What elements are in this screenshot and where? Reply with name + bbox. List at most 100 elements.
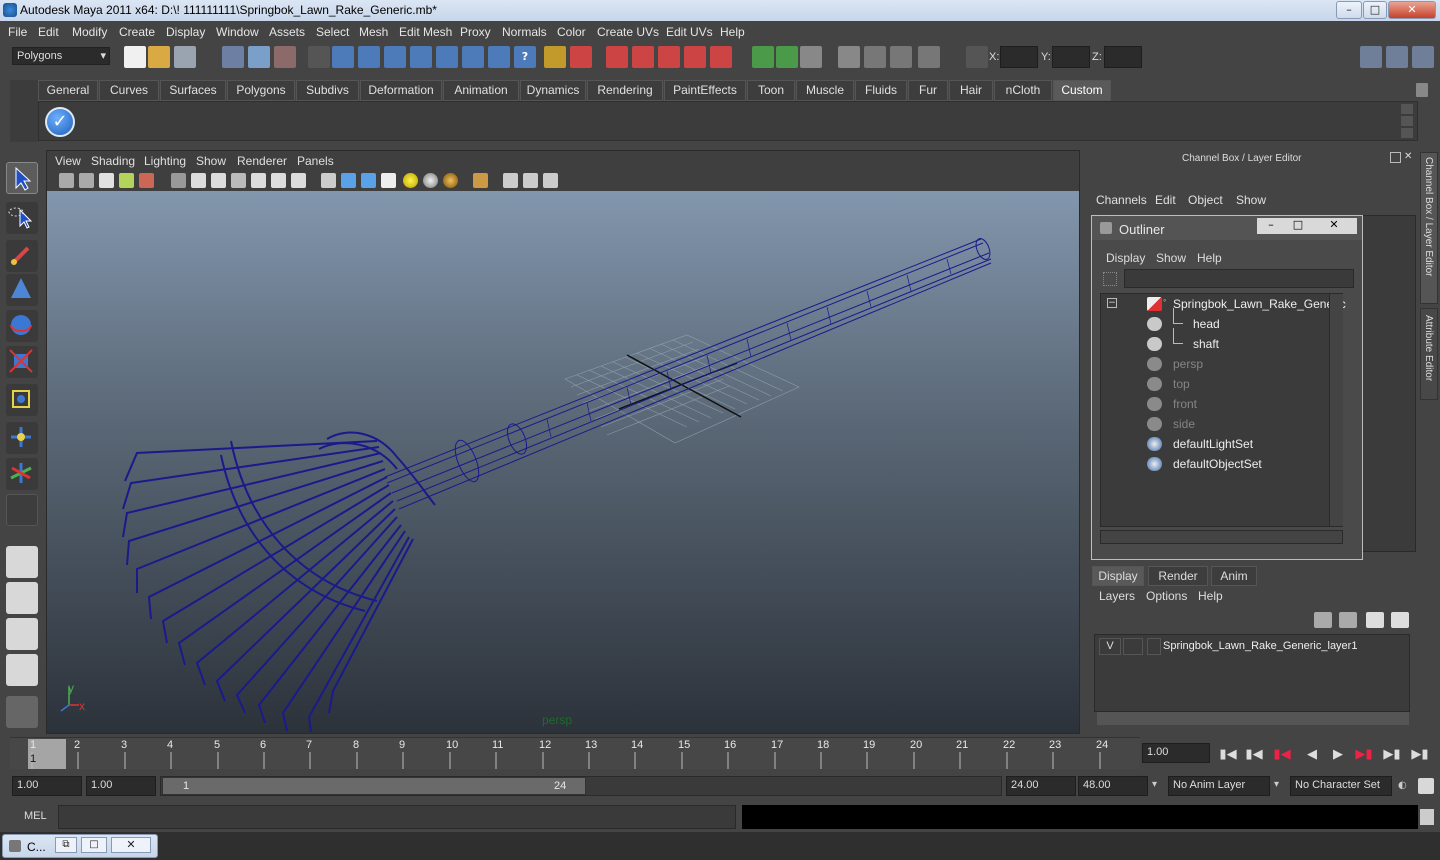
outliner-close-button[interactable]: ✕ bbox=[1311, 218, 1357, 234]
menu-create[interactable]: Create bbox=[119, 25, 155, 39]
mask-dropdown-icon[interactable] bbox=[308, 46, 330, 68]
outliner-item-persp[interactable]: persp bbox=[1101, 354, 1341, 374]
soft-mod-tool-icon[interactable] bbox=[6, 422, 38, 454]
go-to-end-button[interactable]: ▶▮ bbox=[1410, 745, 1430, 765]
trash-icon[interactable] bbox=[1416, 83, 1428, 97]
maximize-icon[interactable]: □ bbox=[81, 837, 107, 853]
tab-general[interactable]: General bbox=[38, 80, 98, 101]
tool-settings-toggle-icon[interactable] bbox=[1412, 46, 1434, 68]
clapper-icon[interactable] bbox=[864, 46, 886, 68]
go-to-start-button[interactable]: ▮◀ bbox=[1218, 745, 1238, 765]
menu-window[interactable]: Window bbox=[216, 25, 259, 39]
share-icon[interactable] bbox=[543, 173, 558, 188]
layer-menu-layers[interactable]: Layers bbox=[1099, 589, 1135, 603]
textured-icon[interactable] bbox=[381, 173, 396, 188]
outliner-horizontal-scrollbar[interactable] bbox=[1100, 530, 1343, 544]
menu-color[interactable]: Color bbox=[557, 25, 586, 39]
move-layer-down-icon[interactable] bbox=[1339, 612, 1357, 628]
menu-proxy[interactable]: Proxy bbox=[460, 25, 491, 39]
ipr-render-icon[interactable] bbox=[776, 46, 798, 68]
character-set-dropdown[interactable]: No Character Set bbox=[1290, 776, 1392, 796]
outliner-filter-icon[interactable] bbox=[1103, 272, 1117, 286]
layer-row[interactable]: V Springbok_Lawn_Rake_Generic_layer1 bbox=[1095, 637, 1409, 657]
move-layer-up-icon[interactable] bbox=[1314, 612, 1332, 628]
playback-start-field[interactable]: 1.00 bbox=[86, 776, 156, 796]
snap-vertex-icon[interactable] bbox=[462, 46, 484, 68]
float-panel-icon[interactable] bbox=[1390, 152, 1401, 163]
image-plane-icon[interactable] bbox=[119, 173, 134, 188]
tab-polygons[interactable]: Polygons bbox=[227, 80, 295, 101]
shelf-scroll-down-icon[interactable] bbox=[1401, 128, 1413, 138]
play-forward-button[interactable]: ▶ bbox=[1328, 745, 1348, 765]
snap-plane-icon[interactable] bbox=[410, 46, 432, 68]
channelbox-menu-show[interactable]: Show bbox=[1236, 193, 1266, 207]
start-time-field[interactable]: 1.00 bbox=[12, 776, 82, 796]
outliner-item-side[interactable]: side bbox=[1101, 414, 1341, 434]
xray-icon[interactable] bbox=[503, 173, 518, 188]
tab-ncloth[interactable]: nCloth bbox=[994, 80, 1052, 101]
film-gate-icon[interactable] bbox=[191, 173, 206, 188]
new-scene-icon[interactable] bbox=[124, 46, 146, 68]
open-scene-icon[interactable] bbox=[148, 46, 170, 68]
tab-curves[interactable]: Curves bbox=[99, 80, 159, 101]
shelf-grip[interactable] bbox=[10, 80, 38, 142]
outliner-maximize-button[interactable]: □ bbox=[1285, 218, 1311, 234]
four-pane-layout-icon[interactable] bbox=[6, 582, 38, 614]
key-icon[interactable]: ◐ bbox=[1398, 780, 1412, 791]
tab-subdivs[interactable]: Subdivs bbox=[296, 80, 359, 101]
x-field[interactable] bbox=[1000, 46, 1038, 68]
single-pane-layout-icon[interactable] bbox=[6, 546, 38, 578]
play-backward-button[interactable]: ◀ bbox=[1302, 745, 1322, 765]
step-back-frame-button[interactable]: ▮◀ bbox=[1272, 745, 1292, 765]
minimized-window[interactable]: C... ⧉ □ ✕ bbox=[2, 834, 158, 858]
render-frame-icon[interactable] bbox=[752, 46, 774, 68]
close-icon[interactable]: ✕ bbox=[111, 837, 151, 853]
z-field[interactable] bbox=[1104, 46, 1142, 68]
menu-help[interactable]: Help bbox=[720, 25, 745, 39]
hypershade-icon[interactable] bbox=[838, 46, 860, 68]
close-button[interactable]: ✕ bbox=[1388, 1, 1436, 19]
outliner-item-rake[interactable]: ◦ Springbok_Lawn_Rake_Generic bbox=[1101, 294, 1346, 314]
outliner-menu-show[interactable]: Show bbox=[1156, 251, 1186, 265]
side-tab-channel-box[interactable]: Channel Box / Layer Editor bbox=[1420, 152, 1438, 304]
menu-assets[interactable]: Assets bbox=[269, 25, 305, 39]
viewport-scene[interactable]: y x persp bbox=[47, 191, 1079, 733]
tab-custom[interactable]: Custom bbox=[1053, 80, 1111, 101]
mode-dropdown[interactable]: Polygons ▾ bbox=[12, 47, 110, 65]
render-settings-icon[interactable] bbox=[800, 46, 822, 68]
minimize-button[interactable]: – bbox=[1336, 1, 1362, 19]
outliner-title-bar[interactable]: Outliner – □ ✕ bbox=[1092, 216, 1362, 240]
new-layer-selected-icon[interactable] bbox=[1391, 612, 1409, 628]
attribute-editor-toggle-icon[interactable] bbox=[1386, 46, 1408, 68]
make-live-icon[interactable] bbox=[684, 46, 706, 68]
twod-pan-zoom-icon[interactable] bbox=[139, 173, 154, 188]
menu-normals[interactable]: Normals bbox=[502, 25, 547, 39]
anim-layer-dropdown[interactable]: No Anim Layer bbox=[1168, 776, 1270, 796]
close-panel-icon[interactable]: ✕ bbox=[1404, 152, 1415, 163]
tab-deformation[interactable]: Deformation bbox=[360, 80, 442, 101]
tab-surfaces[interactable]: Surfaces bbox=[160, 80, 226, 101]
paint-select-tool-icon[interactable] bbox=[6, 240, 38, 272]
select-component-icon[interactable] bbox=[274, 46, 296, 68]
gate-mask-icon[interactable] bbox=[231, 173, 246, 188]
shelf-scroll-up-icon[interactable] bbox=[1401, 104, 1413, 114]
all-lights-icon[interactable] bbox=[423, 173, 438, 188]
time-slider[interactable]: 1 2 3 4 5 6 7 8 9 10 11 12 13 14 15 16 1… bbox=[10, 737, 1140, 769]
snap-surface-icon[interactable] bbox=[436, 46, 458, 68]
step-back-key-button[interactable]: ▮◀ bbox=[1244, 745, 1264, 765]
outliner-item-default-light-set[interactable]: defaultLightSet bbox=[1101, 434, 1341, 454]
select-lock-icon[interactable] bbox=[570, 46, 592, 68]
y-field[interactable] bbox=[1052, 46, 1090, 68]
channelbox-menu-edit[interactable]: Edit bbox=[1155, 193, 1176, 207]
command-language-label[interactable]: MEL bbox=[24, 810, 47, 822]
menu-select[interactable]: Select bbox=[316, 25, 349, 39]
save-scene-icon[interactable] bbox=[174, 46, 196, 68]
viewport-menu-lighting[interactable]: Lighting bbox=[144, 154, 186, 168]
outliner-minimize-button[interactable]: – bbox=[1257, 218, 1285, 234]
isolate-select-icon[interactable] bbox=[473, 173, 488, 188]
layer-tab-display[interactable]: Display bbox=[1092, 566, 1144, 586]
hypershade-layout-icon[interactable] bbox=[6, 696, 38, 728]
layer-horizontal-scrollbar[interactable] bbox=[1097, 712, 1409, 725]
viewport-menu-shading[interactable]: Shading bbox=[91, 154, 135, 168]
restore-icon[interactable]: ⧉ bbox=[55, 837, 77, 853]
